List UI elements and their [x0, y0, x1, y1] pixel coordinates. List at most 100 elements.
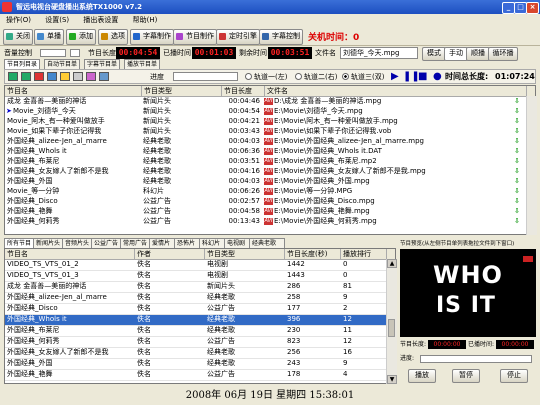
move-down-icon[interactable]: ⇩	[513, 107, 524, 116]
sequential-button[interactable]: 顺播	[466, 47, 490, 61]
volume-slider[interactable]	[40, 49, 66, 57]
loop-button[interactable]: 循环播	[488, 47, 518, 61]
library-row[interactable]: 外国经典_Disco 佚名 公益广告 177 2	[5, 304, 386, 315]
move-down-icon[interactable]: ⇩	[513, 187, 524, 196]
add-button[interactable]: 添加	[66, 29, 96, 45]
refresh-icon[interactable]	[99, 72, 109, 81]
scroll-up-icon[interactable]: ▲	[387, 259, 397, 268]
stop-button-icon[interactable]: ■	[418, 71, 427, 82]
playlist-row[interactable]: 外国经典_Whols it 经典老歌 00:06:36 AVI E:\Movie\外国经…	[5, 147, 535, 156]
menu-operate[interactable]: 操作(O)	[0, 14, 37, 26]
close-button[interactable]: 关闭	[3, 29, 33, 45]
library-cell-author: 佚名	[137, 326, 151, 334]
lib-col-author[interactable]: 作者	[135, 249, 205, 259]
col-file[interactable]: 文件名	[265, 86, 527, 96]
library-row[interactable]: 外国经典_艳舞 佚名 公益广告 178 4	[5, 370, 386, 381]
library-row[interactable]: 外国经典_女友嫁人了新郎不是我 佚名 经典老歌 256 16	[5, 348, 386, 359]
col-name[interactable]: 节目名	[5, 86, 142, 96]
library-cell-rank: 12	[343, 315, 352, 323]
move-down-icon[interactable]: ⇩	[513, 137, 524, 146]
scroll-down-icon[interactable]: ▼	[387, 375, 397, 384]
up-icon[interactable]	[8, 72, 18, 81]
playlist-row[interactable]: 外国经典_布莱尼 经典老歌 00:03:51 AVI E:\Movie\外国经典_布莱尼…	[5, 157, 535, 166]
play-button-icon[interactable]: ▶	[391, 71, 399, 82]
playlist-row[interactable]: 外国经典_艳舞 公益广告 00:04:58 AVI E:\Movie\外国经典_艳舞.m…	[5, 207, 535, 216]
playlist-row[interactable]: Movie_阿木_有一种爱叫做放手 新闻片头 00:04:21 AVI E:\Movie…	[5, 117, 535, 126]
radio-track3[interactable]	[342, 73, 349, 80]
lib-col-length[interactable]: 节目长度(秒)	[285, 249, 341, 259]
playlist-row[interactable]: 外国经典_女友嫁人了新郎不是我 经典老歌 00:04:16 AVI E:\Movie\外…	[5, 167, 535, 176]
menu-playlist-settings[interactable]: 播出表设置	[77, 14, 124, 26]
shutdown-time-label: 关机时间：0	[308, 33, 360, 43]
preview-stop-button[interactable]: 停止	[500, 369, 528, 383]
move-down-icon[interactable]: ⇩	[513, 217, 524, 226]
subtitle-control-button[interactable]: 字幕控制	[259, 29, 303, 45]
lib-col-name[interactable]: 节目名	[5, 249, 135, 259]
menu-help[interactable]: 帮助(H)	[127, 14, 164, 26]
progress-bar[interactable]	[173, 72, 238, 81]
library-row[interactable]: 成龙 金喜善—美丽的神话 佚名 新闻片头 286 81	[5, 282, 386, 293]
library-row[interactable]: VIDEO_TS_VTS_01_2 佚名 电视剧 1442 0	[5, 260, 386, 271]
preview-play-button[interactable]: 播放	[408, 369, 436, 383]
move-down-icon[interactable]: ⇩	[513, 97, 524, 106]
single-play-button[interactable]: 单播	[34, 29, 64, 45]
lib-col-type[interactable]: 节目类型	[205, 249, 285, 259]
options-button[interactable]: 选项	[98, 29, 128, 45]
library-cell-author: 佚名	[137, 348, 151, 356]
col-type[interactable]: 节目类型	[142, 86, 222, 96]
col-length[interactable]: 节目长度	[222, 86, 265, 96]
preview-video[interactable]: WHO IS IT	[400, 249, 536, 337]
playlist-scrollbar[interactable]	[526, 96, 537, 235]
move-down-icon[interactable]: ⇩	[513, 177, 524, 186]
playlist-cell-type: 新闻片头	[143, 107, 171, 115]
preview-pause-button[interactable]: 暂停	[452, 369, 480, 383]
move-down-icon[interactable]: ⇩	[513, 197, 524, 206]
playlist-row[interactable]: ➤ Movie_刘德华_今天 新闻片头 00:04:54 AVI E:\Movie\刘德华…	[5, 107, 535, 116]
preview-progress-bar[interactable]	[420, 355, 532, 363]
program-make-button[interactable]: 节目制作	[173, 29, 217, 45]
move-down-icon[interactable]: ⇩	[513, 127, 524, 136]
folder-icon[interactable]	[60, 72, 70, 81]
playlist-cell-file: E:\Movie\外国经典_何莉秀.mpg	[274, 217, 377, 225]
move-down-icon[interactable]: ⇩	[513, 167, 524, 176]
volume-spin[interactable]	[70, 49, 80, 57]
playlist-row[interactable]: 外国经典_Disco 公益广告 00:02:57 AVI E:\Movie\外国经典_D…	[5, 197, 535, 206]
close-icon	[6, 33, 13, 40]
subtitle-make-button[interactable]: 字幕制作	[130, 29, 174, 45]
playlist-row[interactable]: 外国经典_alizee-Jen_al_marre 经典老歌 00:04:03 AVI E…	[5, 137, 535, 146]
move-down-icon[interactable]: ⇩	[513, 117, 524, 126]
timed-engine-button[interactable]: 定时引擎	[216, 29, 260, 45]
move-down-icon[interactable]: ⇩	[513, 147, 524, 156]
sort-icon[interactable]	[86, 72, 96, 81]
library-cell-name: 成龙 金喜善—美丽的神话	[7, 282, 87, 290]
playlist-row[interactable]: 成龙 金喜善—美丽的神话 新闻片头 00:04:46 AVI D:\成龙 金喜善—美丽的…	[5, 97, 535, 106]
library-row[interactable]: 外国经典_何莉秀 佚名 公益广告 823 12	[5, 337, 386, 348]
library-row[interactable]: 外国经典_外国 佚名 经典老歌 243 9	[5, 359, 386, 370]
close-window-button[interactable]: ×	[526, 2, 539, 14]
save-icon[interactable]	[47, 72, 57, 81]
radio-track2[interactable]	[295, 73, 302, 80]
playlist-row[interactable]: 外国经典_何莉秀 公益广告 00:13:43 AVI E:\Movie\外国经典_何莉秀…	[5, 217, 535, 226]
new-icon[interactable]	[73, 72, 83, 81]
menu-settings[interactable]: 设置(S)	[39, 14, 75, 26]
radio-track1[interactable]	[245, 73, 252, 80]
library-scrollbar[interactable]: ▲ ▼	[386, 259, 397, 384]
playlist-row[interactable]: Movie_如果下辈子你还记得我 新闻片头 00:03:43 AVI E:\Movie\…	[5, 127, 535, 136]
control-icon	[262, 33, 269, 40]
down-icon[interactable]	[21, 72, 31, 81]
delete-icon[interactable]	[34, 72, 44, 81]
playlist-row[interactable]: Movie_等一分钟 科幻片 00:06:26 AVI E:\Movie\等一分钟.MP…	[5, 187, 535, 196]
playlist-cell-name: 外国经典_外国	[7, 177, 53, 185]
lib-col-rank[interactable]: 播放排行	[341, 249, 387, 259]
manual-button[interactable]: 手动	[444, 47, 468, 61]
library-row[interactable]: 外国经典_alizee-Jen_al_marre 佚名 经典老歌 258 9	[5, 293, 386, 304]
library-row[interactable]: 外国经典_布莱尼 佚名 经典老歌 230 11	[5, 326, 386, 337]
move-down-icon[interactable]: ⇩	[513, 157, 524, 166]
library-row[interactable]: VIDEO_TS_VTS_01_3 佚名 电视剧 1443 0	[5, 271, 386, 282]
library-row[interactable]: 外国经典_Whols it 佚名 经典老歌 396 12	[5, 315, 386, 326]
playlist-cell-type: 新闻片头	[143, 127, 171, 135]
move-down-icon[interactable]: ⇩	[513, 207, 524, 216]
playlist-row[interactable]: 外国经典_外国 经典老歌 00:04:03 AVI E:\Movie\外国经典_外国.m…	[5, 177, 535, 186]
mode-button[interactable]: 模式	[422, 47, 446, 61]
scroll-thumb[interactable]	[388, 319, 395, 337]
